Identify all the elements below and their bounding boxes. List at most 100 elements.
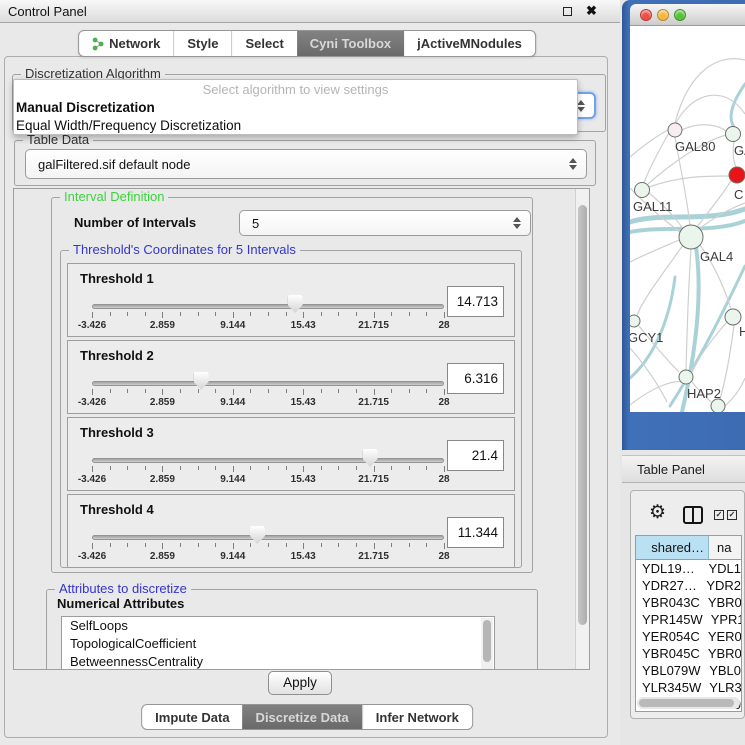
close-icon[interactable]: ✖	[586, 3, 597, 19]
network-node-gcy1[interactable]	[630, 315, 640, 327]
tab-label: Cyni Toolbox	[310, 36, 391, 51]
slider-thumb[interactable]	[288, 295, 303, 313]
network-window-titlebar	[630, 4, 745, 26]
column-header-shared-name[interactable]: shared…	[636, 536, 709, 559]
close-traffic-light-icon[interactable]	[640, 9, 652, 21]
table-data-combobox[interactable]: galFiltered.sif default node	[25, 149, 587, 179]
parameters-panel: Interval Definition Number of Intervals …	[13, 188, 590, 670]
number-of-intervals-combobox[interactable]: 5	[239, 210, 531, 236]
table-row[interactable]: YBR043CYBR0	[636, 594, 741, 611]
cell-shared-name[interactable]: YPR145W	[636, 611, 703, 628]
attributes-scrollbar[interactable]	[481, 618, 493, 670]
slider-tick	[356, 389, 357, 393]
cell-name[interactable]: YDR2	[698, 577, 741, 594]
cell-name[interactable]: YLR3	[701, 679, 742, 696]
column-header-name[interactable]: na	[709, 536, 741, 559]
network-node-hap2[interactable]	[679, 370, 693, 384]
table-row[interactable]: YLR345WYLR3	[636, 679, 741, 696]
bottom-tab-discretize-data[interactable]: Discretize Data	[243, 705, 362, 729]
table-row[interactable]: YDL19…YDL1	[636, 560, 741, 577]
threshold-value-field[interactable]: 6.316	[447, 363, 504, 394]
threshold-value-field[interactable]: 21.4	[447, 440, 504, 471]
attribute-item-selfloops[interactable]: SelfLoops	[62, 617, 494, 635]
network-node-gal11[interactable]	[635, 183, 650, 198]
tab-style[interactable]: Style	[173, 31, 231, 56]
table-row[interactable]: YPR145WYPR1	[636, 611, 741, 628]
slider-tick	[180, 312, 181, 316]
network-canvas[interactable]: GAL80GACGAL11GAL4GCY1HHAP2	[630, 26, 745, 412]
checkbox-icon[interactable]: ✓	[727, 510, 737, 520]
slider-thumb[interactable]	[194, 372, 209, 390]
slider-tick	[321, 543, 322, 547]
tab-select[interactable]: Select	[231, 31, 296, 56]
cell-name[interactable]: YBR0	[700, 645, 742, 662]
columns-view-icon[interactable]	[683, 506, 703, 524]
slider-tick	[233, 466, 234, 472]
algorithm-option-equal-width-frequency-discretization[interactable]: Equal Width/Frequency Discretization	[14, 117, 577, 135]
table-row[interactable]: YDR27…YDR2	[636, 577, 741, 594]
slider-scale-label: 21.715	[358, 551, 389, 562]
slider-scale-label: -3.426	[78, 320, 106, 331]
network-node-gal80[interactable]	[668, 123, 682, 137]
slider-tick	[409, 543, 410, 547]
cell-name[interactable]: YER0	[700, 628, 742, 645]
slider-tick	[303, 312, 304, 318]
cell-name[interactable]: YPR1	[703, 611, 742, 628]
cell-shared-name[interactable]: YDL19…	[636, 560, 700, 577]
gear-icon[interactable]: ⚙	[649, 503, 666, 523]
cell-shared-name[interactable]: YLR345W	[636, 679, 701, 696]
float-window-icon[interactable]	[563, 7, 572, 16]
tab-cyni-toolbox[interactable]: Cyni Toolbox	[297, 31, 404, 56]
cell-name[interactable]: YDL1	[700, 560, 741, 577]
slider-track[interactable]	[92, 458, 444, 463]
parameters-scrollbar[interactable]	[575, 189, 589, 669]
slider-scale-label: 2.859	[150, 551, 175, 562]
tab-jactivemnodules[interactable]: jActiveMNodules	[404, 31, 535, 56]
network-edge-highlighted	[670, 266, 745, 406]
table-row[interactable]: YBR045CYBR0	[636, 645, 741, 662]
algorithm-option-manual-discretization[interactable]: Manual Discretization	[14, 99, 577, 117]
slider-tick	[162, 466, 163, 472]
cell-shared-name[interactable]: YER054C	[636, 628, 700, 645]
bottom-tab-label: Infer Network	[376, 710, 459, 725]
slider-track[interactable]	[92, 381, 444, 386]
attribute-item-betweennesscentrality[interactable]: BetweennessCentrality	[62, 653, 494, 670]
cell-shared-name[interactable]: YDR27…	[636, 577, 698, 594]
slider-tick	[268, 312, 269, 316]
slider-track[interactable]	[92, 304, 444, 309]
network-node-gal4[interactable]	[679, 225, 703, 249]
table-row[interactable]: YER054CYER0	[636, 628, 741, 645]
attribute-item-topologicalcoefficient[interactable]: TopologicalCoefficient	[62, 635, 494, 653]
network-node-ga[interactable]	[726, 127, 741, 142]
threshold-value-field[interactable]: 14.713	[447, 286, 504, 317]
attributes-group: Attributes to discretize Numerical Attri…	[46, 589, 538, 670]
attributes-scrollbar-thumb[interactable]	[483, 620, 491, 662]
cell-name[interactable]: YBL0	[701, 662, 741, 679]
network-node[interactable]	[711, 399, 725, 412]
minimize-traffic-light-icon[interactable]	[657, 9, 669, 21]
threshold-value-field[interactable]: 11.344	[447, 517, 504, 548]
parameters-scrollbar-thumb[interactable]	[578, 205, 587, 625]
bottom-tab-infer-network[interactable]: Infer Network	[362, 705, 472, 729]
table-data-group: Table Data galFiltered.sif default node	[14, 140, 596, 186]
cell-shared-name[interactable]: YBL079W	[636, 662, 701, 679]
cell-shared-name[interactable]: YBR045C	[636, 645, 700, 662]
slider-scale-label: -3.426	[78, 551, 106, 562]
checkbox-icon[interactable]: ✓	[714, 510, 724, 520]
network-node-label: GCY1	[630, 330, 663, 345]
bottom-tab-bar: Impute DataDiscretize Data Infer Network	[141, 704, 473, 730]
table-row[interactable]: YBL079WYBL0	[636, 662, 741, 679]
slider-track[interactable]	[92, 535, 444, 540]
slider-thumb[interactable]	[250, 526, 265, 544]
slider-thumb[interactable]	[363, 449, 378, 467]
zoom-traffic-light-icon[interactable]	[674, 9, 686, 21]
cell-name[interactable]: YBR0	[700, 594, 742, 611]
cell-shared-name[interactable]: YBR043C	[636, 594, 700, 611]
table-horizontal-scrollbar[interactable]	[637, 697, 740, 709]
tab-network[interactable]: Network	[79, 31, 173, 56]
network-node-h[interactable]	[725, 309, 741, 325]
apply-button[interactable]: Apply	[268, 671, 332, 695]
table-horizontal-scrollbar-thumb[interactable]	[639, 699, 734, 707]
network-node-c[interactable]	[729, 167, 745, 183]
bottom-tab-impute-data[interactable]: Impute Data	[142, 705, 242, 729]
